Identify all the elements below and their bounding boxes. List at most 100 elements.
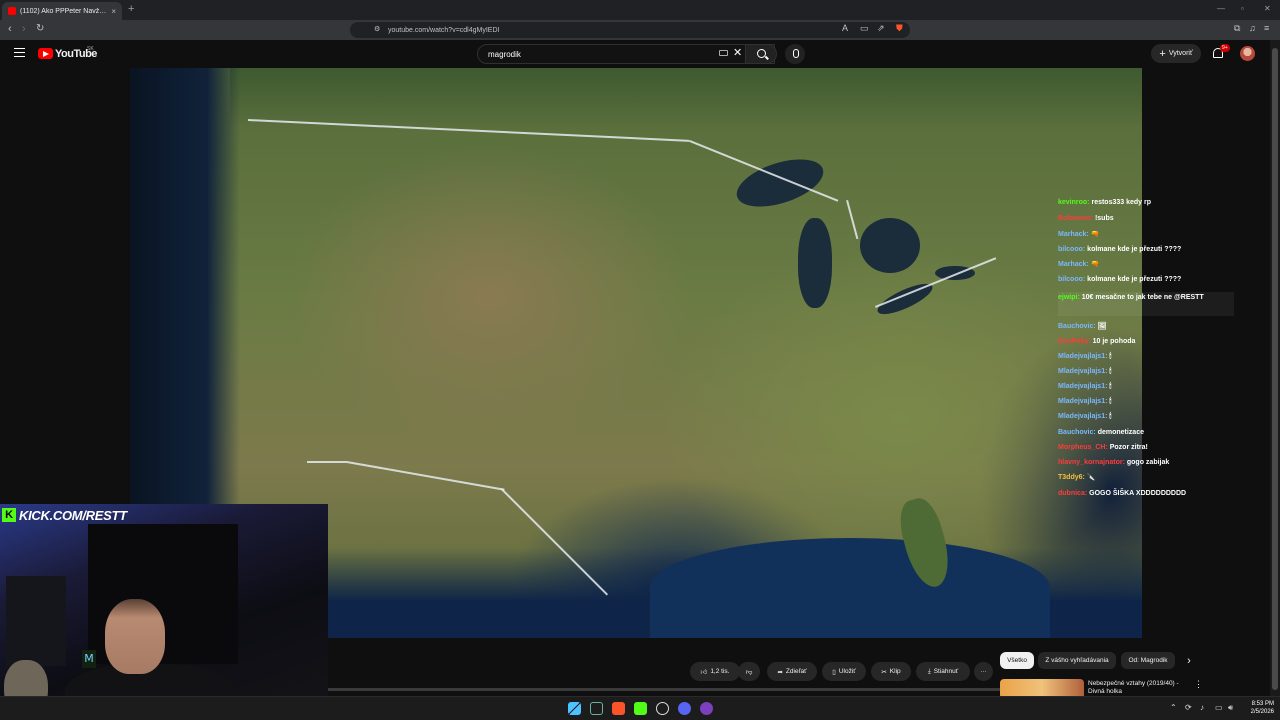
volume-icon[interactable]: 🔊︎ (1228, 703, 1233, 713)
chips-next-icon[interactable]: › (1180, 652, 1198, 669)
map-canada-region (230, 68, 1142, 128)
search-input[interactable]: magrodik (477, 44, 775, 64)
chat-message: Marhack: 🔫 (1058, 230, 1234, 239)
dislike-button[interactable]: 👎︎ (738, 662, 760, 681)
scrollbar-thumb[interactable] (1272, 48, 1278, 690)
bookmark-save-icon: ▯ (832, 668, 836, 676)
site-info-icon[interactable]: ⚙ (374, 25, 380, 33)
more-actions-button[interactable]: ··· (974, 662, 993, 681)
thumbs-up-icon: 👍︎ (700, 668, 708, 676)
browser-tab[interactable]: (1102) Ako PPPeter Navždy Z × (2, 2, 122, 20)
maximize-icon[interactable]: ▫ (1241, 4, 1244, 13)
chat-message: Bauchovic: demonetizace (1058, 428, 1234, 437)
chat-text: 10€ mesačne to jak tebe ne @RESTT (1081, 294, 1204, 301)
tray-app-icon[interactable]: ⟳ (1185, 703, 1192, 712)
like-button[interactable]: 👍︎ 1,2 tis. (690, 662, 740, 681)
create-button[interactable]: + Vytvoriť (1151, 44, 1201, 63)
chat-message: kevinroo: restos333 kedy rp (1058, 198, 1234, 207)
chat-text: !subs (1094, 215, 1114, 222)
voice-search-icon[interactable] (785, 44, 805, 64)
chat-message: DonPoky: 10 je pohoda (1058, 337, 1234, 346)
page-scrollbar[interactable] (1270, 40, 1280, 700)
map-lake-superior (731, 150, 829, 216)
tray-overflow-icon[interactable]: ⌃ (1170, 703, 1177, 712)
twitch-icon[interactable] (700, 702, 713, 715)
kick-url: KICK.COM/RESTT (19, 507, 127, 523)
new-tab-button[interactable]: + (128, 3, 134, 15)
taskbar-app-icon[interactable] (590, 702, 603, 715)
chat-text: 10 je pohoda (1092, 338, 1136, 345)
download-icon: ⤓ (927, 667, 931, 675)
forward-icon[interactable]: › (22, 23, 26, 35)
chat-text: GOGO ŠIŠKA XDDDDDDDDD (1089, 490, 1187, 497)
chat-message: dubnica: GOGO ŠIŠKA XDDDDDDDDD (1058, 489, 1234, 498)
system-clock[interactable]: 8:53 PM 2/5/2026 (1242, 700, 1274, 716)
streamer-face (105, 599, 165, 674)
thumbs-down-icon: 👎︎ (745, 668, 753, 676)
keyboard-icon[interactable] (719, 50, 728, 56)
chat-text: 🔫 (1090, 261, 1100, 268)
stream-chat-overlay: kevinroo: restos333 kedy rp Bolooooo: !s… (1058, 198, 1234, 503)
chat-text: 🖼 (1097, 323, 1107, 330)
chat-username: bilcooo: (1058, 246, 1086, 253)
reload-icon[interactable]: ↻ (36, 23, 44, 34)
kick-app-icon[interactable] (634, 702, 647, 715)
chat-username: ejwipi: (1058, 294, 1080, 301)
download-button[interactable]: ⤓ Stiahnuť (916, 662, 970, 681)
chat-message: Mladejvajlajs1: 🕯 (1058, 412, 1234, 421)
recommendation-menu-icon[interactable]: ⋮ (1194, 679, 1203, 690)
chat-text: 🕯 (1109, 398, 1112, 405)
start-menu-icon[interactable] (568, 702, 581, 715)
youtube-logo-icon[interactable] (38, 48, 53, 59)
notification-badge: 9+ (1220, 44, 1230, 52)
share-label: Zdieľať (785, 668, 807, 675)
translate-icon[interactable]: A (842, 23, 848, 33)
chat-username: Marhack: (1058, 231, 1089, 238)
recommendation-title[interactable]: Nebezpečné vztahy (2019/40) - Divná holk… (1088, 680, 1188, 696)
chat-text: 🕯 (1109, 368, 1112, 375)
chat-message: Mladejvajlajs1: 🕯 (1058, 397, 1234, 406)
close-window-icon[interactable]: ✕ (1264, 4, 1271, 13)
chat-message: T3ddy6: 🔪 (1058, 473, 1234, 482)
extensions-icon[interactable]: ⧉ (1234, 23, 1240, 34)
cast-icon[interactable]: ▭ (860, 23, 869, 34)
microphone-tray-icon[interactable]: ♪ (1200, 703, 1204, 712)
chat-text: kolmane kde je přezuti ???? (1087, 246, 1182, 253)
chip-from-search[interactable]: Z vášho vyhľadávania (1038, 652, 1116, 669)
chat-username: kevinroo: (1058, 199, 1090, 206)
chat-message: hlavny_kornajnator: gogo zabijak (1058, 458, 1234, 467)
minimize-icon[interactable]: — (1217, 4, 1225, 13)
chat-text: 🕯 (1109, 413, 1112, 420)
chat-text: 🔫 (1090, 231, 1100, 238)
tab-close-icon[interactable]: × (111, 7, 116, 16)
clip-label: Klip (889, 668, 901, 675)
country-code: SK (87, 46, 94, 52)
chip-all[interactable]: Všetko (1000, 652, 1034, 669)
back-icon[interactable]: ‹ (8, 23, 12, 35)
share-button[interactable]: ➦ Zdieľať (767, 662, 817, 681)
avatar[interactable] (1240, 46, 1255, 61)
clear-search-icon[interactable]: ✕ (733, 46, 742, 59)
brave-browser-icon[interactable] (612, 702, 625, 715)
save-button[interactable]: ▯ Uložiť (822, 662, 866, 681)
chat-message: Mladejvajlajs1: 🕯 (1058, 367, 1234, 376)
browser-menu-icon[interactable]: ≡ (1264, 23, 1269, 33)
chat-message: Morpheus_CH: Pozor zitra! (1058, 443, 1234, 452)
url-text: youtube.com/watch?v=cdl4gMyIEDI (388, 26, 500, 34)
more-icon: ··· (980, 668, 987, 675)
share-page-icon[interactable]: ⇗ (877, 23, 885, 34)
chat-username: dubnica: (1058, 490, 1088, 497)
download-label: Stiahnuť (933, 668, 959, 675)
obs-icon[interactable] (656, 702, 669, 715)
display-tray-icon[interactable]: ▭ (1215, 703, 1223, 712)
clip-button[interactable]: ✂ Klip (871, 662, 911, 681)
media-icon[interactable]: ♫ (1249, 23, 1256, 33)
chat-username: hlavny_kornajnator: (1058, 459, 1125, 466)
url-field[interactable]: youtube.com/watch?v=cdl4gMyIEDI (350, 22, 910, 38)
chat-username: Marhack: (1058, 261, 1089, 268)
brave-shield-icon[interactable]: ⛊ (896, 23, 903, 34)
discord-icon[interactable] (678, 702, 691, 715)
menu-icon[interactable] (14, 48, 25, 57)
search-button[interactable] (745, 44, 777, 64)
chip-from-channel[interactable]: Od: Magrodik (1121, 652, 1175, 669)
